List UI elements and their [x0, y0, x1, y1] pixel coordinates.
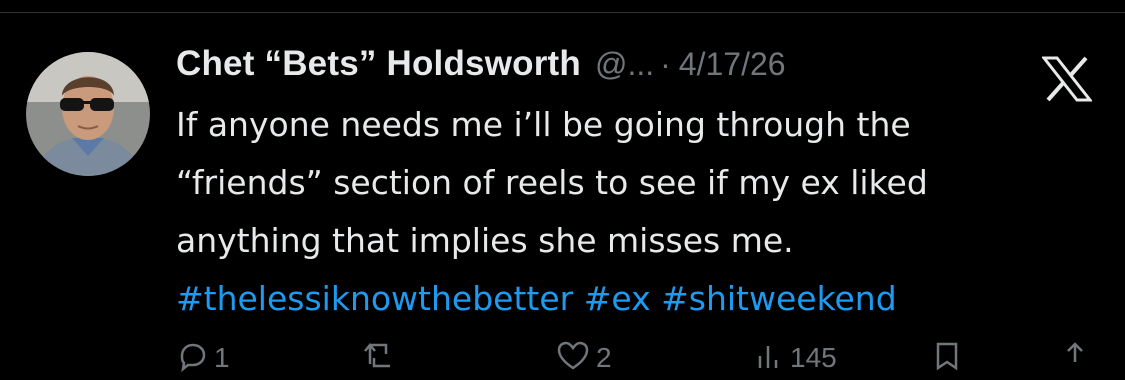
display-name[interactable]: Chet “Bets” Holdsworth	[176, 44, 581, 84]
views-icon	[758, 346, 778, 368]
reply-button[interactable]: 1	[176, 340, 230, 374]
top-divider	[0, 12, 1125, 13]
bookmark-button[interactable]	[932, 340, 962, 372]
repost-icon	[364, 343, 390, 368]
post-date[interactable]: 4/17/26	[679, 46, 786, 83]
separator-dot: ·	[660, 46, 671, 82]
reply-icon	[180, 343, 206, 372]
hashtag-shitweekend[interactable]: #shitweekend	[661, 279, 897, 318]
like-count: 2	[596, 342, 612, 373]
share-icon	[1067, 342, 1083, 362]
action-bar: 1 2 145	[176, 340, 1096, 380]
post-text-line: “friends” section of reels to see if my …	[176, 163, 928, 202]
post-text-line: If anyone needs me i’ll be going through…	[176, 105, 911, 144]
like-button[interactable]: 2	[556, 340, 612, 374]
view-count: 145	[790, 342, 837, 373]
x-logo-icon	[1042, 56, 1092, 102]
post-text: If anyone needs me i’ll be going through…	[176, 96, 1076, 328]
post-text-line: anything that implies she misses me.	[176, 221, 794, 260]
post-header: Chet “Bets” Holdsworth @... · 4/17/26	[176, 44, 1076, 96]
like-icon	[557, 341, 589, 370]
reply-count: 1	[214, 342, 230, 373]
post-content: Chet “Bets” Holdsworth @... · 4/17/26 If…	[176, 44, 1076, 328]
avatar-photo	[26, 52, 150, 176]
user-handle[interactable]: @...	[595, 46, 654, 83]
bookmark-icon	[936, 342, 958, 371]
share-button[interactable]	[1060, 340, 1090, 372]
hashtag-list: #thelessiknowthebetter #ex #shitweekend	[176, 270, 1076, 328]
views-button[interactable]: 145	[754, 340, 837, 374]
hashtag-thelessiknowthebetter[interactable]: #thelessiknowthebetter	[176, 279, 573, 318]
hashtag-ex[interactable]: #ex	[584, 279, 651, 318]
avatar[interactable]	[26, 52, 150, 176]
repost-button[interactable]	[362, 340, 398, 372]
